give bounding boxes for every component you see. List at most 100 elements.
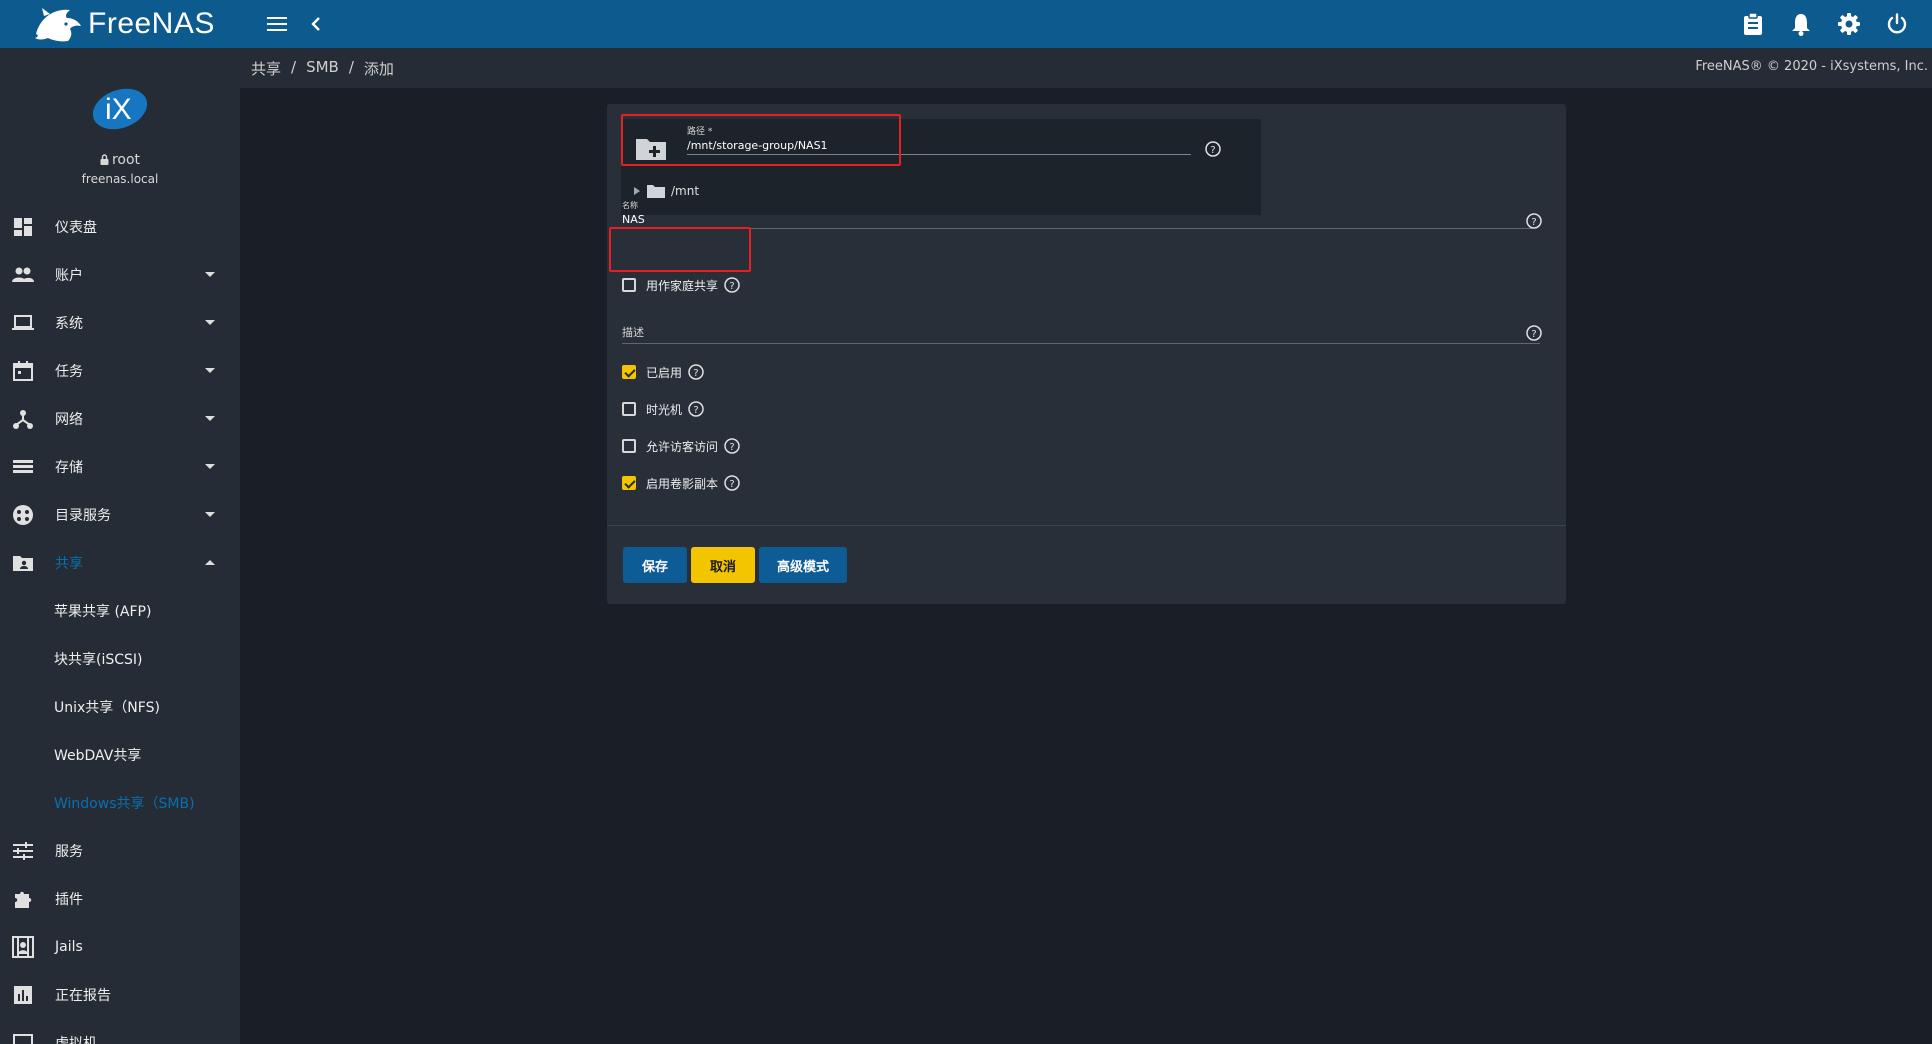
- nav-system[interactable]: 系统: [0, 299, 240, 347]
- expand-arrow-icon[interactable]: [634, 187, 640, 195]
- user-profile: iX root freenas.local: [0, 48, 240, 188]
- caret-up-icon: [205, 560, 215, 565]
- ix-logo-text: iX: [105, 93, 132, 126]
- copyright-text: FreeNAS® © 2020 - iXsystems, Inc.: [1695, 59, 1928, 74]
- nav-directory-services[interactable]: 目录服务: [0, 491, 240, 539]
- caret-down-icon: [205, 464, 215, 469]
- nav-tasks[interactable]: 任务: [0, 347, 240, 395]
- svg-text:?: ?: [1210, 145, 1215, 156]
- help-icon[interactable]: ?: [724, 475, 740, 491]
- nav-label-jails: Jails: [55, 939, 83, 955]
- timemachine-checkbox-row[interactable]: 时光机 ?: [622, 400, 704, 418]
- nav-reporting[interactable]: 正在报告: [0, 971, 240, 1019]
- task-manager-button[interactable]: [1738, 9, 1768, 39]
- subnav-nfs[interactable]: Unix共享（NFS): [0, 683, 240, 731]
- nav-services[interactable]: 服务: [0, 827, 240, 875]
- svg-text:?: ?: [729, 442, 734, 453]
- breadcrumb-bar: 共享 / SMB / 添加 FreeNAS® © 2020 - iXsystem…: [240, 48, 1932, 88]
- folder-plus-icon[interactable]: [635, 135, 667, 161]
- caret-down-icon: [205, 368, 215, 373]
- nav-dashboard[interactable]: 仪表盘: [0, 203, 240, 251]
- guest-access-checkbox[interactable]: [622, 439, 636, 453]
- puzzle-icon: [15, 891, 32, 908]
- guest-access-checkbox-row[interactable]: 允许访客访问 ?: [622, 437, 740, 455]
- breadcrumb-smb[interactable]: SMB: [306, 58, 339, 79]
- monitor-icon: [13, 1034, 33, 1044]
- collapse-sidebar-button[interactable]: [301, 9, 331, 39]
- laptop-icon: [12, 315, 34, 330]
- nav-label-services: 服务: [55, 844, 83, 860]
- power-button[interactable]: [1882, 9, 1912, 39]
- subnav-afp[interactable]: 苹果共享 (AFP): [0, 587, 240, 635]
- caret-down-icon: [205, 416, 215, 421]
- user-name: root: [111, 152, 141, 168]
- nav-network[interactable]: 网络: [0, 395, 240, 443]
- home-share-checkbox[interactable]: [622, 278, 636, 292]
- gear-icon: [1838, 13, 1860, 35]
- breadcrumb-add: 添加: [363, 60, 394, 78]
- svg-text:?: ?: [1531, 329, 1536, 340]
- nav-label-plugins: 插件: [55, 892, 83, 908]
- tree-node-mnt[interactable]: /mnt: [634, 183, 699, 199]
- subnav-label-iscsi: 块共享(iSCSI): [54, 652, 143, 668]
- top-bar: FreeNAS: [0, 0, 1932, 48]
- svg-text:?: ?: [729, 479, 734, 490]
- subnav-label-smb: Windows共享（SMB): [54, 796, 195, 812]
- svg-text:?: ?: [693, 368, 698, 379]
- nav-accounts[interactable]: 账户: [0, 251, 240, 299]
- enabled-checkbox-row[interactable]: 已启用 ?: [622, 363, 704, 381]
- nav-label-directory-services: 目录服务: [55, 508, 111, 524]
- bell-icon: [1792, 14, 1810, 36]
- save-button[interactable]: 保存: [623, 547, 687, 583]
- nav-jails[interactable]: Jails: [0, 923, 240, 971]
- help-icon[interactable]: ?: [1526, 213, 1542, 229]
- shadow-copy-checkbox[interactable]: [622, 476, 636, 490]
- advanced-mode-button[interactable]: 高级模式: [759, 547, 847, 583]
- path-input[interactable]: [687, 137, 1191, 155]
- help-icon[interactable]: ?: [724, 277, 740, 293]
- nav-label-virtual-machines: 虚拟机: [55, 1036, 97, 1044]
- nav-label-tasks: 任务: [55, 364, 83, 380]
- caret-down-icon: [205, 320, 215, 325]
- menu-toggle-button[interactable]: [262, 9, 292, 39]
- form-divider: [607, 525, 1566, 526]
- subnav-iscsi[interactable]: 块共享(iSCSI): [0, 635, 240, 683]
- nav-label-network: 网络: [55, 412, 83, 428]
- lock-icon: [100, 154, 109, 165]
- nav-plugins[interactable]: 插件: [0, 875, 240, 923]
- timemachine-checkbox[interactable]: [622, 402, 636, 416]
- freenas-logo[interactable]: FreeNAS: [32, 2, 215, 46]
- sidebar: iX root freenas.local 仪表盘 账户 系统 任务 网络 存储…: [0, 48, 240, 1044]
- nav-virtual-machines[interactable]: 虚拟机: [0, 1019, 240, 1044]
- home-share-checkbox-row[interactable]: 用作家庭共享 ?: [622, 276, 740, 294]
- clipboard-icon: [1744, 12, 1762, 35]
- svg-text:?: ?: [1531, 217, 1536, 228]
- directory-icon: [13, 505, 33, 525]
- network-icon: [13, 410, 33, 429]
- enabled-label: 已启用: [646, 365, 683, 380]
- breadcrumb-sharing[interactable]: 共享: [251, 58, 281, 79]
- enabled-checkbox[interactable]: [622, 365, 636, 379]
- shadow-copy-label: 启用卷影副本: [646, 476, 719, 491]
- cancel-button[interactable]: 取消: [691, 547, 755, 583]
- caret-down-icon: [205, 512, 215, 517]
- subnav-smb[interactable]: Windows共享（SMB): [0, 779, 240, 827]
- breadcrumb-separator: /: [348, 58, 354, 76]
- help-icon[interactable]: ?: [688, 401, 704, 417]
- svg-text:?: ?: [693, 405, 698, 416]
- power-icon: [1887, 13, 1907, 34]
- help-icon[interactable]: ?: [724, 438, 740, 454]
- help-icon[interactable]: ?: [1205, 141, 1221, 157]
- subnav-webdav[interactable]: WebDAV共享: [0, 731, 240, 779]
- settings-button[interactable]: [1834, 9, 1864, 39]
- description-input[interactable]: [622, 326, 1540, 344]
- notifications-button[interactable]: [1786, 9, 1816, 39]
- nav-storage[interactable]: 存储: [0, 443, 240, 491]
- shadow-copy-checkbox-row[interactable]: 启用卷影副本 ?: [622, 474, 740, 492]
- smb-add-form-card: 路径 * ? /mnt 名称 ? 用作家庭共享 ? 描述 ?: [607, 104, 1566, 604]
- help-icon[interactable]: ?: [1526, 325, 1542, 341]
- chevron-left-icon: [311, 17, 320, 31]
- help-icon[interactable]: ?: [688, 364, 704, 380]
- nav-sharing[interactable]: 共享: [0, 539, 240, 587]
- name-input[interactable]: [622, 211, 1532, 229]
